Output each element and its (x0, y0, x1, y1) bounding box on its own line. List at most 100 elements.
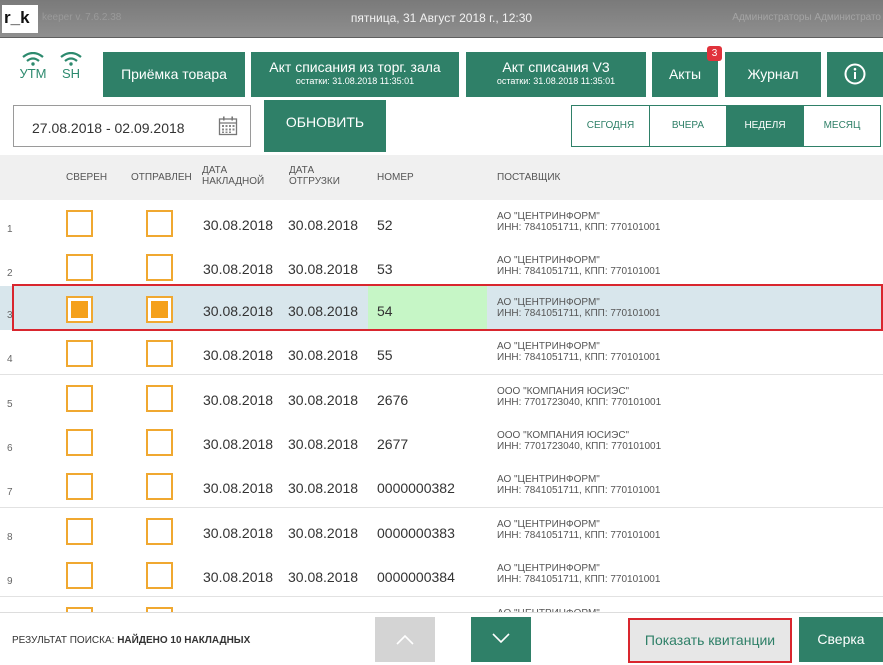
acts-badge: 3 (707, 46, 722, 61)
header-sent[interactable]: ОТПРАВЛЕН (131, 173, 192, 183)
supplier-tax-ids: ИНН: 7841051711, КПП: 770101001 (497, 485, 661, 496)
table-row[interactable]: 3 30.08.2018 30.08.2018 54 АО "ЦЕНТРИНФОРМ" И… (0, 286, 883, 331)
header-ship-date-1[interactable]: ДАТА (289, 166, 314, 176)
ship-date: 30.08.2018 (288, 436, 359, 452)
sent-checkbox[interactable] (146, 296, 173, 323)
ship-date: 30.08.2018 (288, 261, 359, 277)
sent-checkbox[interactable] (146, 254, 173, 281)
search-result-value: НАЙДЕНО 10 НАКЛАДНЫХ (117, 635, 251, 646)
ship-date: 30.08.2018 (288, 392, 359, 408)
checked-checkbox[interactable] (66, 340, 93, 367)
sent-checkbox[interactable] (146, 385, 173, 412)
scroll-up-button[interactable] (375, 617, 435, 662)
header-supplier[interactable]: ПОСТАВЩИК (497, 173, 560, 183)
sent-checkbox[interactable] (146, 518, 173, 545)
filter-row: 27.08.2018 - 02.09.2018 ОБНОВИТЬ СЕГОДНЯ… (0, 100, 883, 155)
table-row[interactable]: 9 30.08.2018 30.08.2018 0000000384 АО "ЦЕНТР… (0, 552, 883, 597)
checked-checkbox[interactable] (66, 210, 93, 237)
checked-checkbox[interactable] (66, 473, 93, 500)
invoice-number: 55 (377, 347, 393, 363)
table-row[interactable]: 8 30.08.2018 30.08.2018 0000000383 АО "ЦЕНТР… (0, 508, 883, 553)
invoice-date: 30.08.2018 (203, 303, 274, 319)
calendar-icon[interactable] (218, 116, 238, 136)
ship-date: 30.08.2018 (288, 480, 359, 496)
main-toolbar: УТМ SH Приёмка товара Акт списания из то… (0, 38, 883, 100)
sent-checkbox[interactable] (146, 210, 173, 237)
invoice-date: 30.08.2018 (203, 261, 274, 277)
period-today[interactable]: СЕГОДНЯ (572, 106, 649, 146)
invoice-number: 53 (377, 261, 393, 277)
table-header: СВЕРЕН ОТПРАВЛЕН ДАТА НАКЛАДНОЙ ДАТА ОТГ… (0, 155, 883, 200)
sent-checkbox[interactable] (146, 340, 173, 367)
supplier-name: АО "ЦЕНТРИНФОРМ" (497, 341, 600, 352)
period-yesterday[interactable]: ВЧЕРА (649, 106, 726, 146)
checked-checkbox[interactable] (66, 562, 93, 589)
row-number: 8 (7, 532, 13, 543)
row-number: 4 (7, 354, 13, 365)
date-range-field[interactable]: 27.08.2018 - 02.09.2018 (13, 105, 251, 147)
sh-status[interactable]: SH (56, 52, 86, 81)
info-icon (844, 63, 866, 85)
checked-checkbox[interactable] (66, 429, 93, 456)
sent-checkbox[interactable] (146, 429, 173, 456)
act-v3-button[interactable]: Акт списания V3 остатки: 31.08.2018 11:3… (466, 52, 646, 97)
invoice-date: 30.08.2018 (203, 436, 274, 452)
invoice-number: 2677 (377, 436, 409, 452)
user-name[interactable]: Администраторы Администрато (732, 12, 881, 23)
supplier-tax-ids: ИНН: 7841051711, КПП: 770101001 (497, 574, 661, 585)
row-number: 6 (7, 443, 13, 454)
sent-checkbox[interactable] (146, 562, 173, 589)
wifi-icon (22, 52, 44, 66)
search-result-prefix: РЕЗУЛЬТАТ ПОИСКА: (12, 635, 115, 646)
refresh-button[interactable]: ОБНОВИТЬ (264, 100, 386, 152)
utm-status[interactable]: УТМ (18, 52, 48, 81)
ship-date: 30.08.2018 (288, 525, 359, 541)
checked-checkbox[interactable] (66, 296, 93, 323)
supplier-info: ООО "КОМПАНИЯ ЮСИЭС" ИНН: 7701723040, КПП… (497, 430, 661, 452)
supplier-tax-ids: ИНН: 7701723040, КПП: 770101001 (497, 441, 662, 452)
date-range-value: 27.08.2018 - 02.09.2018 (32, 120, 185, 136)
info-button[interactable] (827, 52, 883, 97)
checked-checkbox[interactable] (66, 385, 93, 412)
acts-button[interactable]: Акты 3 (652, 46, 722, 97)
table-row[interactable]: 6 30.08.2018 30.08.2018 2677 ООО "КОМПАНИЯ Ю… (0, 419, 883, 464)
supplier-name: АО "ЦЕНТРИНФОРМ" (497, 563, 600, 574)
header-checked[interactable]: СВЕРЕН (66, 173, 107, 183)
invoice-number: 0000000382 (377, 480, 455, 496)
utm-label: УТМ (19, 66, 47, 81)
row-number: 7 (7, 487, 13, 498)
table-row[interactable]: 1 30.08.2018 30.08.2018 52 АО "ЦЕНТРИНФОРМ" И… (0, 200, 883, 245)
checked-checkbox[interactable] (66, 254, 93, 281)
receiving-button[interactable]: Приёмка товара (103, 52, 245, 97)
supplier-name: ООО "КОМПАНИЯ ЮСИЭС" (497, 386, 630, 397)
header-ship-date-2[interactable]: ОТГРУЗКИ (289, 177, 340, 187)
period-selector: СЕГОДНЯ ВЧЕРА НЕДЕЛЯ МЕСЯЦ (571, 105, 881, 147)
header-number[interactable]: НОМЕР (377, 173, 414, 183)
period-week[interactable]: НЕДЕЛЯ (726, 106, 803, 146)
period-month[interactable]: МЕСЯЦ (803, 106, 880, 146)
table-row[interactable]: 1030.08.201830.08.20180000000385АО "ЦЕНТ… (0, 597, 883, 612)
reconcile-button[interactable]: Сверка (799, 617, 883, 662)
act-hall-label: Акт списания из торг. зала (269, 59, 441, 75)
ship-date: 30.08.2018 (288, 217, 359, 233)
table-row[interactable]: 4 30.08.2018 30.08.2018 55 АО "ЦЕНТРИНФОРМ" И… (0, 330, 883, 375)
supplier-tax-ids: ИНН: 7841051711, КПП: 770101001 (497, 530, 661, 541)
journal-button[interactable]: Журнал (725, 52, 821, 97)
table-row[interactable]: 5 30.08.2018 30.08.2018 2676 ООО "КОМПАНИЯ Ю… (0, 375, 883, 420)
sent-checkbox[interactable] (146, 473, 173, 500)
scroll-down-button[interactable] (471, 617, 531, 662)
supplier-info: АО "ЦЕНТРИНФОРМ" ИНН: 7841051711, КПП: 77… (497, 255, 660, 277)
show-receipts-button[interactable]: Показать квитанции (628, 618, 792, 663)
act-hall-button[interactable]: Акт списания из торг. зала остатки: 31.0… (251, 52, 459, 97)
header-invoice-date-1[interactable]: ДАТА (202, 166, 227, 176)
row-number: 2 (7, 268, 13, 279)
table-row[interactable]: 7 30.08.2018 30.08.2018 0000000382 АО "ЦЕНТР… (0, 463, 883, 508)
table-row[interactable]: 2 30.08.2018 30.08.2018 53 АО "ЦЕНТРИНФОРМ" И… (0, 244, 883, 289)
invoice-number: 54 (368, 286, 487, 330)
row-number: 5 (7, 399, 13, 410)
checked-checkbox[interactable] (66, 518, 93, 545)
invoice-number: 2676 (377, 392, 409, 408)
search-result: РЕЗУЛЬТАТ ПОИСКА: НАЙДЕНО 10 НАКЛАДНЫХ (12, 635, 250, 646)
sh-label: SH (61, 66, 81, 81)
header-invoice-date-2[interactable]: НАКЛАДНОЙ (202, 177, 264, 187)
